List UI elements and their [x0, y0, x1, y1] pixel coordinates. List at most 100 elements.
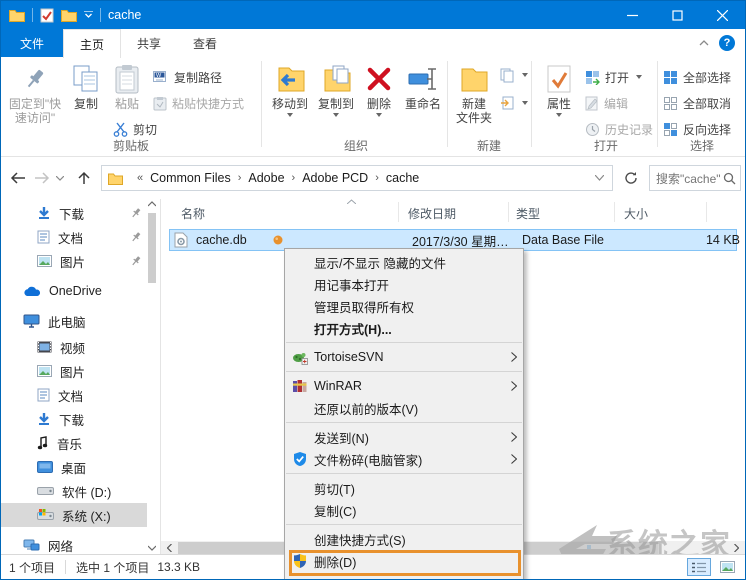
- menu-item-take-ownership[interactable]: 管理员取得所有权: [285, 295, 523, 317]
- sidebar-item-pictures2[interactable]: 图片: [1, 359, 147, 383]
- svg-text:W: W: [156, 73, 162, 79]
- column-header-size[interactable]: 大小: [624, 205, 648, 222]
- breadcrumb-folder-icon: [108, 172, 123, 185]
- tab-file[interactable]: 文件: [1, 29, 64, 57]
- up-button[interactable]: [73, 166, 95, 190]
- tab-view[interactable]: 查看: [177, 29, 233, 57]
- menu-separator: [285, 521, 523, 528]
- column-headers: 名称 修改日期 类型 大小: [161, 199, 745, 225]
- column-header-type[interactable]: 类型: [516, 205, 540, 222]
- copy-path-button[interactable]: W 复制路径: [153, 67, 222, 87]
- forward-button[interactable]: [31, 166, 53, 190]
- tab-home[interactable]: 主页: [63, 29, 122, 58]
- menu-item-toggle-hidden-files[interactable]: 显示/不显示 隐藏的文件: [285, 251, 523, 273]
- sidebar-item-onedrive[interactable]: OneDrive: [1, 279, 147, 303]
- pin-to-quick-access-button[interactable]: 固定到"快 速访问": [5, 61, 65, 125]
- menu-item-winrar[interactable]: WinRAR: [285, 375, 523, 397]
- details-view-button[interactable]: [687, 558, 711, 576]
- qat-properties-icon[interactable]: [40, 8, 54, 23]
- menu-item-open-with-notepad[interactable]: 用记事本打开: [285, 273, 523, 295]
- paste-shortcut-button[interactable]: 粘贴快捷方式: [153, 93, 244, 113]
- history-button[interactable]: 历史记录: [585, 119, 653, 139]
- scrollbar-thumb[interactable]: [148, 213, 156, 283]
- sidebar-item-drive-x[interactable]: 系统 (X:): [1, 503, 147, 527]
- scroll-left-icon[interactable]: [161, 541, 178, 555]
- breadcrumb-item[interactable]: cache: [386, 171, 419, 185]
- invert-selection-button[interactable]: 反向选择: [663, 119, 731, 139]
- open-button[interactable]: 打开: [585, 67, 643, 87]
- copy-to-button[interactable]: 复制到: [313, 61, 359, 117]
- sidebar-item-documents[interactable]: 文档: [1, 225, 147, 249]
- ribbon-group-divider: [657, 61, 658, 147]
- menu-item-send-to[interactable]: 发送到(N): [285, 426, 523, 448]
- sidebar-item-this-pc[interactable]: 此电脑: [1, 309, 147, 333]
- sidebar-item-documents2[interactable]: 文档: [1, 383, 147, 407]
- maximize-button[interactable]: [655, 1, 700, 29]
- recent-locations-icon[interactable]: [53, 166, 67, 190]
- sidebar-item-drive-d[interactable]: 软件 (D:): [1, 479, 147, 503]
- file-date: 2017/3/30 星期…: [412, 234, 509, 249]
- address-dropdown-icon[interactable]: [595, 175, 612, 181]
- sidebar-item-downloads[interactable]: 下载: [1, 201, 147, 225]
- navigation-pane: 下载 文档 图片 OneDrive 此电脑 视频 图片 文档 下载 音乐 桌面 …: [1, 199, 161, 555]
- sidebar-item-videos[interactable]: 视频: [1, 335, 147, 359]
- select-all-button[interactable]: 全部选择: [663, 67, 731, 87]
- ribbon-group-divider: [531, 61, 532, 147]
- column-header-name[interactable]: 名称: [181, 205, 205, 222]
- menu-item-open-with[interactable]: 打开方式(H)...: [285, 317, 523, 339]
- picture-icon: [37, 365, 52, 377]
- refresh-button[interactable]: [619, 165, 643, 191]
- breadcrumb[interactable]: « Common Files › Adobe › Adobe PCD › cac…: [101, 165, 613, 191]
- properties-dropdown-arrow: [556, 113, 562, 117]
- collapse-ribbon-icon[interactable]: [699, 40, 709, 46]
- scroll-down-icon[interactable]: [148, 545, 156, 551]
- paste-button[interactable]: 粘贴: [105, 61, 149, 111]
- close-button[interactable]: [700, 1, 745, 29]
- annotation-highlight-box: [289, 550, 521, 576]
- search-box[interactable]: 搜索"cache": [649, 165, 741, 191]
- large-icons-view-button[interactable]: [715, 558, 739, 576]
- delete-icon: [366, 61, 392, 97]
- cut-button[interactable]: 剪切: [113, 119, 157, 139]
- breadcrumb-item[interactable]: Adobe: [248, 171, 284, 185]
- sidebar-item-music[interactable]: 音乐: [1, 431, 147, 455]
- menu-item-file-shredder[interactable]: 文件粉碎(电脑管家): [285, 448, 523, 470]
- tab-share[interactable]: 共享: [121, 29, 177, 57]
- menu-separator: [285, 368, 523, 375]
- menu-separator: [285, 419, 523, 426]
- menu-item-cut[interactable]: 剪切(T): [285, 477, 523, 499]
- sidebar-item-pictures[interactable]: 图片: [1, 249, 147, 273]
- minimize-button[interactable]: [610, 1, 655, 29]
- copy-button[interactable]: 复制: [67, 61, 105, 111]
- delete-button[interactable]: 删除: [359, 61, 399, 117]
- menu-item-restore-previous-versions[interactable]: 还原以前的版本(V): [285, 397, 523, 419]
- scroll-right-icon[interactable]: [728, 541, 745, 555]
- breadcrumb-item[interactable]: Adobe PCD: [302, 171, 368, 185]
- qat-new-folder-icon[interactable]: [61, 8, 77, 22]
- back-button[interactable]: [7, 166, 29, 190]
- edit-button[interactable]: 编辑: [585, 93, 628, 113]
- column-header-date[interactable]: 修改日期: [408, 205, 456, 222]
- sidebar-scrollbar[interactable]: [146, 199, 158, 555]
- easy-access-button[interactable]: [499, 93, 528, 113]
- sidebar-item-desktop[interactable]: 桌面: [1, 455, 147, 479]
- menu-item-create-shortcut[interactable]: 创建快捷方式(S): [285, 528, 523, 550]
- move-to-button[interactable]: 移动到: [267, 61, 313, 117]
- new-item-button[interactable]: [499, 65, 528, 85]
- select-none-button[interactable]: 全部取消: [663, 93, 731, 113]
- properties-button[interactable]: 属性: [539, 61, 579, 117]
- menu-item-copy[interactable]: 复制(C): [285, 499, 523, 521]
- file-size: 14 KB: [705, 233, 740, 247]
- qat-customize-icon[interactable]: [84, 11, 93, 19]
- search-input[interactable]: 搜索"cache": [656, 170, 723, 187]
- group-label-organize: 组织: [343, 139, 368, 153]
- rename-button[interactable]: 重命名: [399, 61, 447, 111]
- sidebar-item-downloads2[interactable]: 下载: [1, 407, 147, 431]
- titlebar-divider: [100, 8, 101, 22]
- menu-item-tortoisesvn[interactable]: TortoiseSVN: [285, 346, 523, 368]
- breadcrumb-item[interactable]: Common Files: [150, 171, 231, 185]
- new-folder-button[interactable]: 新建 文件夹: [451, 61, 497, 125]
- help-icon[interactable]: ?: [719, 35, 735, 51]
- sort-ascending-icon: [347, 199, 356, 204]
- scroll-up-icon[interactable]: [148, 201, 156, 207]
